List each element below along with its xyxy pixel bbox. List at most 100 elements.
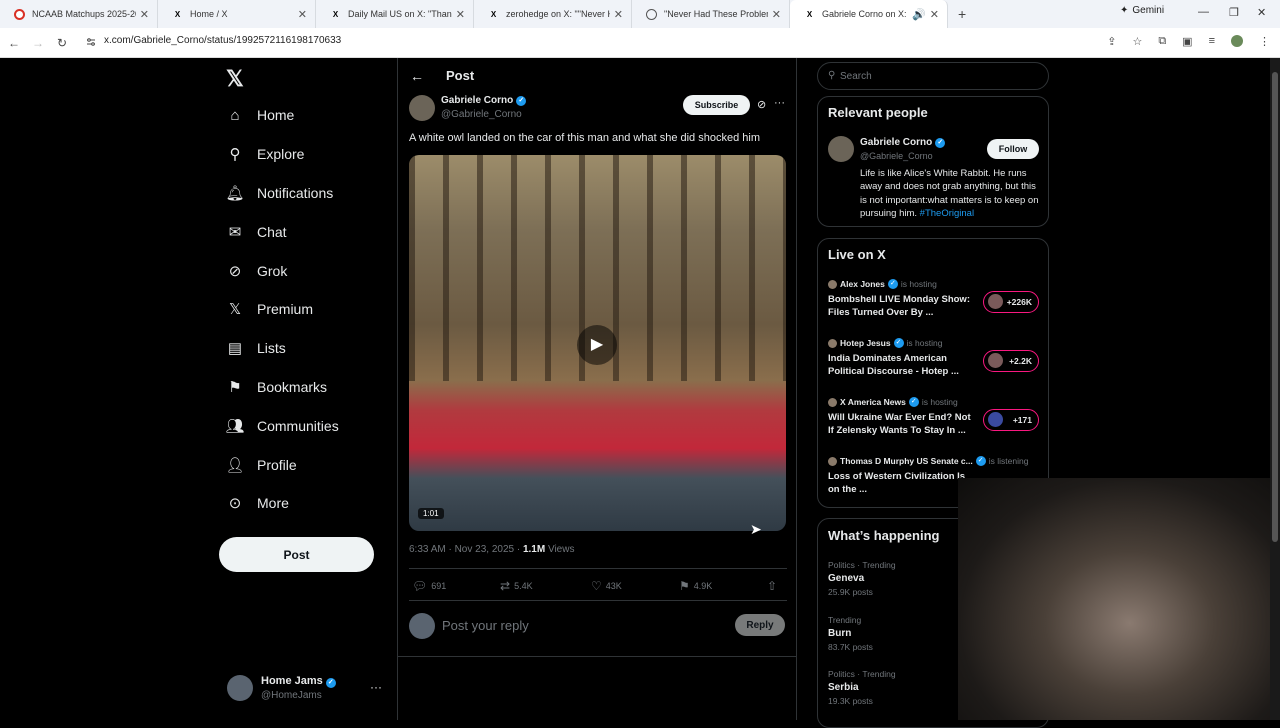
gemini-button[interactable]: ✦ Gemini: [1120, 5, 1164, 16]
repost-action[interactable]: ⇄ 5.4K: [500, 579, 533, 593]
account-switcher[interactable]: Home Jams ✓ @HomeJams ···: [227, 673, 387, 705]
trend-item[interactable]: Trending Burn 83.7K posts: [828, 615, 968, 652]
author-name-row[interactable]: Gabriele Corno ✓: [441, 95, 527, 106]
x-icon: 𝕏: [228, 301, 242, 319]
gemini-icon: ✦: [1120, 5, 1129, 16]
post-actions: 💬︎ 691 ⇄ 5.4K ♡ 43K ⚑ 4.9K ⇧: [409, 568, 787, 601]
author-name: Gabriele Corno: [441, 95, 514, 106]
views-count: 1.1M: [522, 544, 546, 555]
avatar: [828, 456, 837, 466]
browser-tab[interactable]: X Daily Mail US on X: "Thanksgiv ✕: [316, 0, 474, 28]
live-host: X America News: [840, 397, 906, 407]
browser-tab[interactable]: X Home / X ✕: [158, 0, 316, 28]
url-input[interactable]: x.com/Gabriele_Corno/status/199257211619…: [104, 35, 341, 46]
live-host: Hotep Jesus: [840, 338, 891, 348]
media-icon[interactable]: ≡: [1209, 35, 1215, 48]
search-box[interactable]: ⚲ Search: [817, 62, 1049, 90]
subscribe-button[interactable]: Subscribe: [683, 95, 750, 115]
browser-tab[interactable]: "Never Had These Problems Be ✕: [632, 0, 790, 28]
trend-item[interactable]: Politics · Trending Serbia 19.3K posts: [828, 669, 968, 706]
back-arrow-icon[interactable]: ←: [410, 68, 424, 84]
grok-icon[interactable]: ⊘: [757, 98, 766, 111]
post-button[interactable]: Post: [219, 537, 374, 572]
reply-composer: Post your reply Reply: [398, 601, 796, 657]
like-action[interactable]: ♡ 43K: [591, 579, 622, 593]
nav-more[interactable]: ⊙ More: [224, 484, 339, 523]
reload-icon[interactable]: ↻: [50, 36, 74, 50]
close-tab-icon[interactable]: ✕: [772, 8, 781, 21]
reply-action[interactable]: 💬︎ 691: [412, 579, 446, 593]
new-tab-icon[interactable]: +: [958, 6, 966, 22]
reply-input[interactable]: Post your reply: [442, 618, 529, 633]
bookmark-star-icon[interactable]: ☆: [1132, 35, 1142, 48]
share-icon: ⇧: [767, 579, 778, 593]
nav-premium[interactable]: 𝕏 Premium: [224, 290, 339, 329]
trend-item[interactable]: Politics · Trending Geneva 25.9K posts: [828, 560, 968, 597]
close-tab-icon[interactable]: ✕: [614, 8, 623, 21]
live-item[interactable]: Alex Jones ✓ is hosting Bombshell LIVE Mon…: [828, 279, 1043, 331]
tab-title: "Never Had These Problems Be: [664, 9, 768, 19]
nav-lists[interactable]: ▤ Lists: [224, 329, 339, 368]
person-icon: 👤︎: [225, 456, 245, 474]
nav-bookmarks[interactable]: ⚑ Bookmarks: [224, 368, 339, 407]
close-tab-icon[interactable]: ✕: [140, 8, 149, 21]
live-status: is hosting: [900, 279, 937, 289]
x-logo-icon[interactable]: 𝕏: [226, 66, 244, 92]
site-info-icon[interactable]: [86, 37, 96, 47]
nav-notifications[interactable]: 🔔︎ Notifications: [224, 174, 339, 213]
more-icon[interactable]: ···: [774, 97, 785, 109]
live-count: +171: [1012, 415, 1032, 425]
extensions-icon[interactable]: ⧉: [1158, 35, 1166, 48]
live-item[interactable]: Hotep Jesus ✓ is hosting India Dominates A…: [828, 338, 1043, 390]
search-input[interactable]: Search: [840, 71, 872, 82]
author-avatar[interactable]: [409, 95, 435, 121]
avatar[interactable]: [828, 136, 854, 162]
minimize-icon[interactable]: —: [1198, 6, 1209, 18]
menu-icon[interactable]: ⋮: [1259, 35, 1270, 48]
post-timestamp: 6:33 AM · Nov 23, 2025 ·: [409, 544, 523, 555]
browser-tab[interactable]: NCAAB Matchups 2025-2026 - ✕: [0, 0, 158, 28]
scrollbar[interactable]: [1270, 58, 1280, 720]
share-action[interactable]: ⇧: [767, 579, 777, 593]
hashtag-link[interactable]: #TheOriginal: [920, 208, 974, 219]
nav-communities[interactable]: 👥︎ Communities: [224, 406, 339, 445]
speaker-icon[interactable]: 🔊: [912, 8, 926, 21]
nav-label: Communities: [257, 417, 339, 434]
close-tab-icon[interactable]: ✕: [298, 8, 307, 21]
nav-grok[interactable]: ⊘ Grok: [224, 251, 339, 290]
avatar: [828, 279, 837, 289]
relevant-people-card: Relevant people Gabriele Corno ✓ @Gabriel…: [817, 96, 1049, 227]
verified-icon: ✓: [908, 397, 919, 407]
tab-title: NCAAB Matchups 2025-2026 -: [32, 9, 136, 19]
live-item[interactable]: X America News ✓ is hosting Will Ukraine W…: [828, 397, 1043, 449]
follow-button[interactable]: Follow: [987, 139, 1039, 159]
close-window-icon[interactable]: ✕: [1257, 6, 1266, 19]
restore-icon[interactable]: ❐: [1229, 6, 1239, 19]
browser-tab-active[interactable]: X Gabriele Corno on X: "A wh 🔊 ✕: [790, 0, 948, 28]
repost-icon: ⇄: [500, 579, 511, 593]
more-icon[interactable]: ···: [370, 680, 382, 694]
install-icon[interactable]: ⇪: [1107, 35, 1116, 48]
trend-name: Burn: [828, 628, 852, 639]
close-tab-icon[interactable]: ✕: [456, 8, 465, 21]
nav-home[interactable]: ⌂ Home: [224, 96, 339, 135]
bookmark-action[interactable]: ⚑ 4.9K: [679, 579, 712, 593]
close-tab-icon[interactable]: ✕: [930, 8, 939, 21]
reply-button[interactable]: Reply: [735, 614, 785, 636]
profile-avatar-icon[interactable]: [1231, 35, 1243, 47]
author-handle[interactable]: @Gabriele_Corno: [441, 109, 522, 120]
sidebar-icon[interactable]: ▣: [1182, 35, 1192, 48]
nav-profile[interactable]: 👤︎ Profile: [224, 445, 339, 484]
browser-tab[interactable]: X zerohedge on X: ""Never Had T ✕: [474, 0, 632, 28]
live-host-row: Thomas D Murphy US Senate c... ✓ is listen…: [828, 456, 1043, 466]
play-icon[interactable]: ▶: [577, 325, 617, 365]
forward-icon[interactable]: →: [26, 36, 50, 50]
video-player[interactable]: ▶ 1:01: [409, 155, 786, 531]
back-icon[interactable]: ←: [2, 36, 26, 50]
person-name-row[interactable]: Gabriele Corno ✓: [860, 137, 946, 148]
primary-nav: ⌂ Home ⚲ Explore 🔔︎ Notifications ✉ Chat ⊘ Gr…: [224, 96, 339, 523]
avatar: [828, 397, 837, 407]
scrollbar-thumb[interactable]: [1272, 72, 1278, 542]
nav-explore[interactable]: ⚲ Explore: [224, 135, 339, 174]
nav-chat[interactable]: ✉ Chat: [224, 212, 339, 251]
